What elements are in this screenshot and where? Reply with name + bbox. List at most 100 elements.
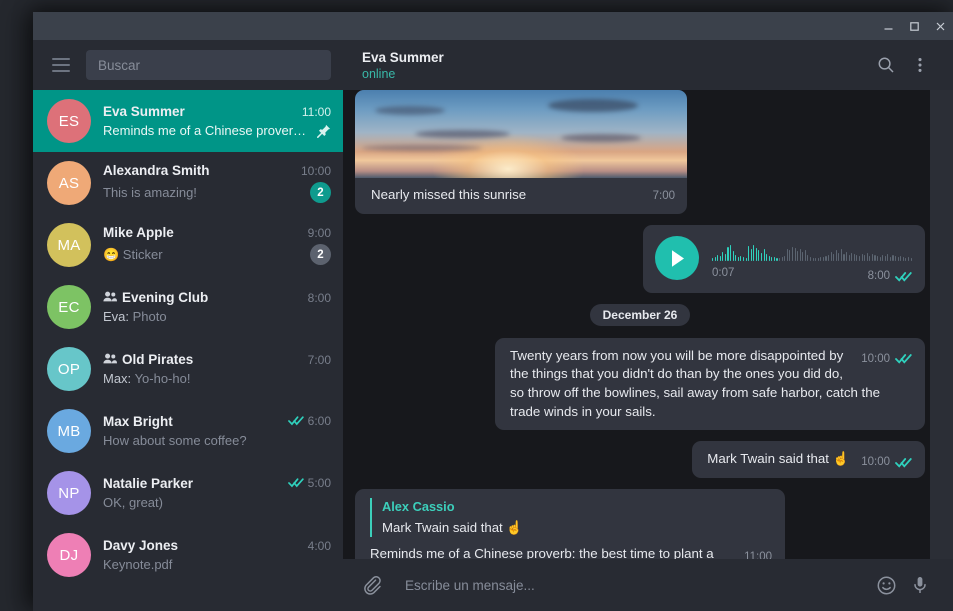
- waveform-bar: [897, 256, 899, 261]
- chat-list-item[interactable]: EC Evening Club 8:00 Eva: Photo: [33, 276, 343, 338]
- chat-header: Eva Summer online: [343, 40, 953, 90]
- waveform-bar: [773, 256, 775, 261]
- message-bubble[interactable]: 0:07 8:00: [643, 224, 925, 293]
- cloud-shape: [361, 144, 482, 151]
- message-row: Alex Cassio Mark Twain said that ☝ 11:00 Re…: [355, 489, 925, 559]
- message-input[interactable]: [389, 577, 869, 593]
- search-input[interactable]: [98, 57, 319, 73]
- waveform-bar: [804, 249, 806, 261]
- waveform-bar: [830, 251, 832, 261]
- message-bubble[interactable]: 10:00 Twenty years from now you will be m…: [495, 337, 925, 431]
- waveform-bar: [776, 257, 778, 261]
- cloud-shape: [560, 134, 641, 142]
- waveform-bar: [784, 255, 786, 261]
- chat-item-name: Eva Summer: [103, 104, 185, 119]
- waveform-bar: [763, 248, 765, 261]
- chat-item-time: 10:00: [293, 164, 331, 178]
- waveform-bar: [766, 253, 768, 261]
- sun-glow: [432, 134, 583, 178]
- search-box[interactable]: [86, 50, 331, 80]
- waveform-bar: [856, 254, 858, 261]
- chat-item-preview: Max: Yo-ho-ho!: [103, 371, 331, 386]
- waveform-bar: [815, 257, 817, 261]
- waveform-bar: [820, 256, 822, 261]
- chat-item-preview: 😁 Sticker: [103, 246, 163, 262]
- chat-list[interactable]: ES Eva Summer 11:00 Reminds me of a Chinese…: [33, 90, 343, 611]
- search-icon[interactable]: [869, 48, 903, 82]
- waveform-bar: [758, 249, 760, 261]
- avatar: NP: [47, 471, 91, 515]
- message-bubble[interactable]: Nearly missed this sunrise 7:00: [355, 90, 687, 214]
- waveform-bar: [869, 255, 871, 261]
- waveform-bar: [791, 246, 793, 261]
- waveform-bar: [874, 254, 876, 261]
- hamburger-icon[interactable]: [45, 49, 77, 81]
- chat-list-item[interactable]: ES Eva Summer 11:00 Reminds me of a Chinese…: [33, 90, 343, 152]
- voice-waveform[interactable]: [712, 235, 912, 261]
- chat-item-body: Alexandra Smith 10:00 This is amazing! 2: [103, 163, 331, 203]
- waveform-bar: [768, 255, 770, 261]
- chat-list-item[interactable]: AS Alexandra Smith 10:00 This is amazing! 2: [33, 152, 343, 214]
- chat-list-item[interactable]: MA Mike Apple 9:00 😁 Sticker 2: [33, 214, 343, 276]
- message-bubble[interactable]: 10:00 Mark Twain said that ☝: [692, 441, 925, 479]
- waveform-bar: [858, 255, 861, 261]
- unread-badge: 2: [310, 244, 331, 265]
- waveform-bar: [833, 253, 835, 261]
- message-meta: 8:00: [868, 268, 912, 284]
- waveform-bar: [884, 255, 886, 261]
- waveform-bar: [835, 249, 837, 261]
- close-button[interactable]: [927, 12, 953, 40]
- message-time: 7:00: [652, 190, 675, 202]
- waveform-bar: [877, 255, 879, 261]
- paperclip-icon[interactable]: [355, 568, 389, 602]
- waveform-bar: [799, 248, 801, 261]
- date-divider: December 26: [355, 303, 925, 326]
- chat-item-preview: This is amazing!: [103, 185, 197, 200]
- waveform-bar: [724, 253, 726, 261]
- waveform-bar: [905, 257, 907, 261]
- chat-item-time-text: 9:00: [307, 226, 331, 240]
- chat-item-body: Evening Club 8:00 Eva: Photo: [103, 290, 331, 324]
- chat-list-item[interactable]: DJ Davy Jones 4:00 Keynote.pdf: [33, 524, 343, 586]
- microphone-icon[interactable]: [903, 568, 937, 602]
- more-vertical-icon[interactable]: [903, 48, 937, 82]
- quoted-message[interactable]: Alex Cassio Mark Twain said that ☝: [370, 498, 772, 538]
- chat-list-item[interactable]: NP Natalie Parker 5:00 OK, great): [33, 462, 343, 524]
- avatar: OP: [47, 347, 91, 391]
- waveform-bar: [864, 254, 866, 261]
- scrollbar[interactable]: [930, 90, 953, 559]
- avatar: EC: [47, 285, 91, 329]
- message-list[interactable]: Nearly missed this sunrise 7:00 0:07 8:00 De…: [343, 90, 953, 559]
- message-row: 0:07 8:00: [355, 224, 925, 293]
- chat-item-preview-text: Photo: [132, 309, 167, 324]
- message-meta: 10:00: [861, 454, 912, 470]
- waveform-bar: [789, 249, 791, 261]
- sidebar-toolbar: [33, 40, 343, 90]
- minimize-button[interactable]: [875, 12, 901, 40]
- app-window: ES Eva Summer 11:00 Reminds me of a Chinese…: [33, 12, 953, 611]
- pin-indicator: [317, 124, 331, 138]
- chat-list-item[interactable]: MB Max Bright 6:00 How about some coffee?: [33, 400, 343, 462]
- chat-item-preview: Reminds me of a Chinese prover…: [103, 123, 307, 138]
- chat-item-time-text: 8:00: [307, 291, 331, 305]
- waveform-bar: [812, 257, 814, 261]
- chat-item-body: Natalie Parker 5:00 OK, great): [103, 476, 331, 511]
- waveform-bar: [794, 247, 796, 261]
- play-icon[interactable]: [655, 236, 699, 281]
- chat-item-preview-sender: Eva:: [103, 309, 133, 324]
- chat-header-info[interactable]: Eva Summer online: [362, 50, 869, 81]
- photo-attachment[interactable]: [355, 90, 687, 178]
- chat-item-time-text: 6:00: [307, 413, 331, 428]
- message-time: 8:00: [867, 270, 890, 283]
- group-icon: [103, 353, 117, 364]
- smiley-icon[interactable]: [869, 568, 903, 602]
- maximize-button[interactable]: [901, 12, 927, 40]
- waveform-bar: [753, 244, 755, 261]
- waveform-bar: [722, 251, 724, 261]
- cloud-shape: [547, 98, 638, 112]
- chat-list-item[interactable]: OP Old Pirates 7:00 Max: Yo-ho-ho!: [33, 338, 343, 400]
- message-meta: 7:00: [653, 188, 675, 204]
- message-bubble[interactable]: Alex Cassio Mark Twain said that ☝ 11:00 Re…: [355, 489, 785, 559]
- group-icon-wrap: [103, 353, 117, 364]
- avatar: ES: [47, 99, 91, 143]
